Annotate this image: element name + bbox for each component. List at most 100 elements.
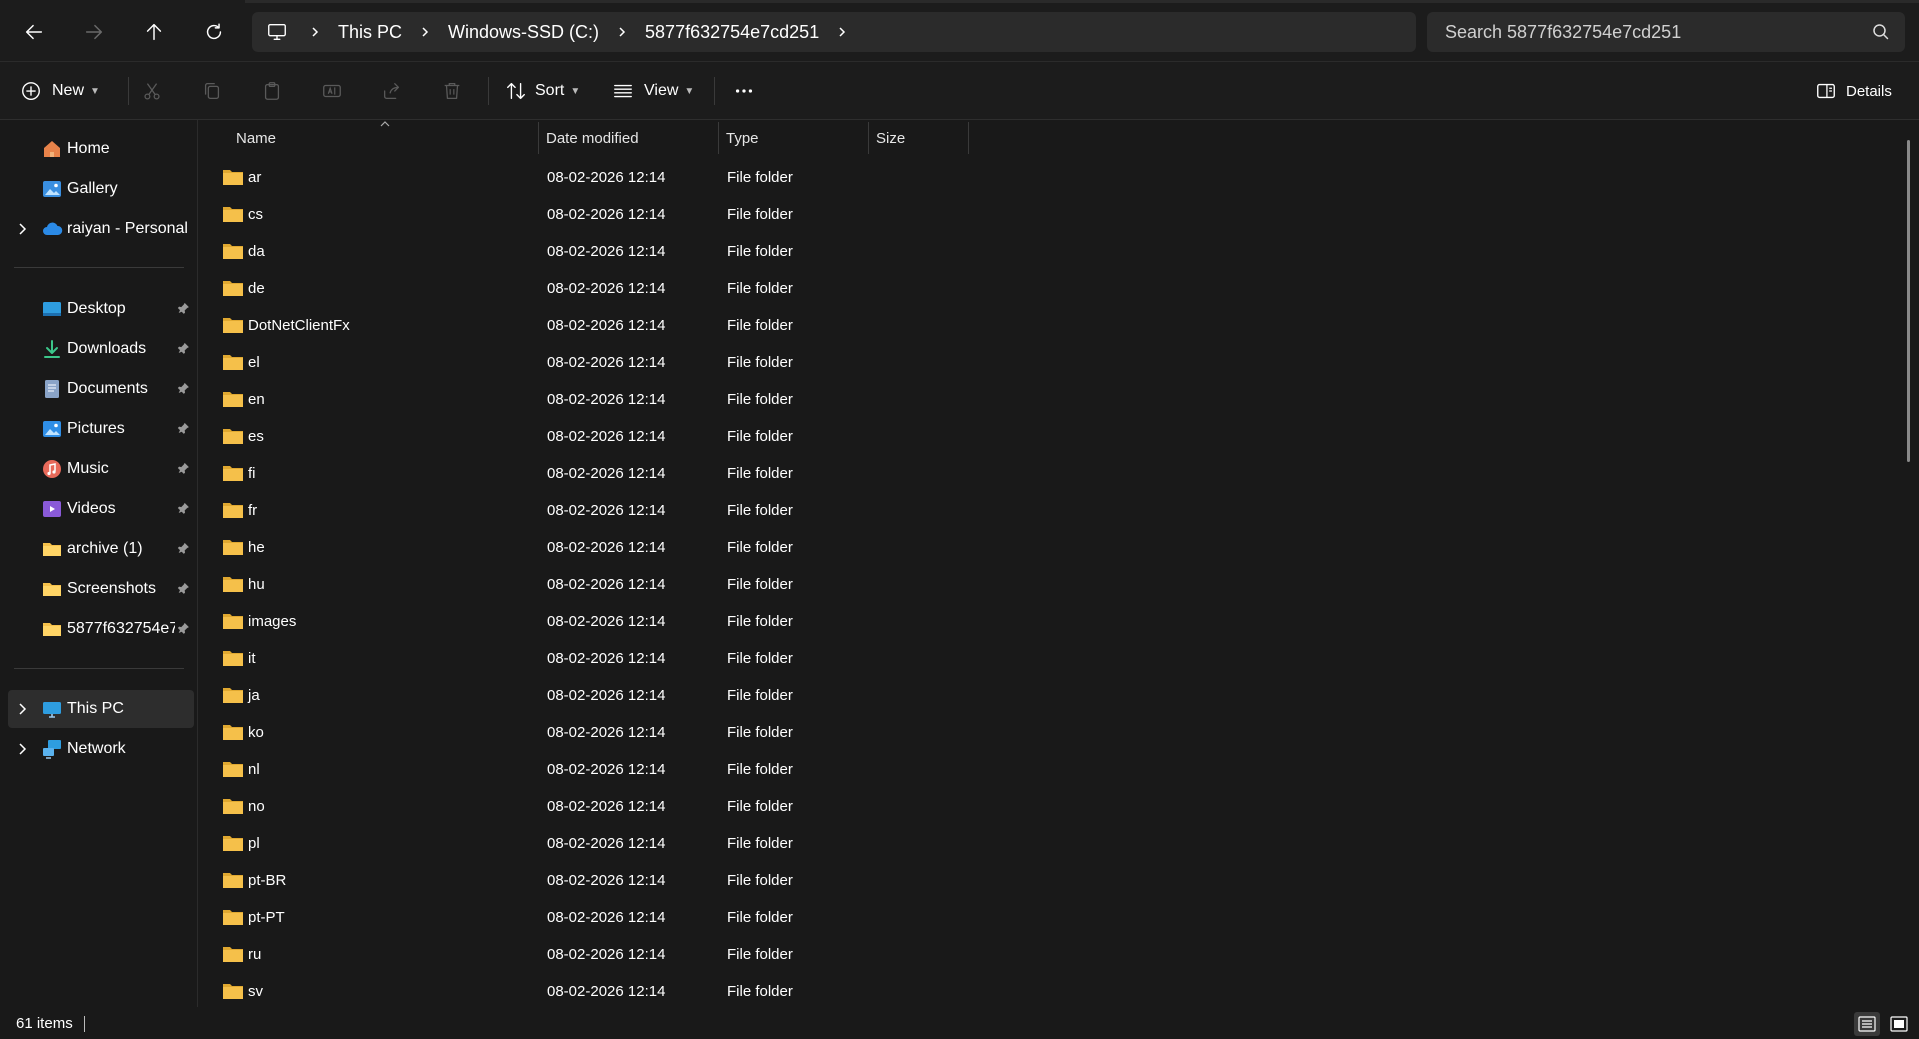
column-header-size[interactable]: Size <box>876 120 966 156</box>
breadcrumb-drive[interactable]: Windows-SSD (C:) <box>438 22 609 43</box>
sidebar-item-archive[interactable]: archive (1) <box>0 530 194 568</box>
breadcrumb-chevron-icon[interactable] <box>829 26 855 38</box>
table-row[interactable]: cs 08-02-2026 12:14 File folder <box>199 196 1919 233</box>
address-bar[interactable]: This PC Windows-SSD (C:) 5877f632754e7cd… <box>252 12 1416 52</box>
copy-button[interactable] <box>201 71 223 111</box>
breadcrumb-chevron-icon[interactable] <box>412 26 438 38</box>
large-icons-view-button[interactable] <box>1886 1012 1912 1036</box>
pin-icon[interactable] <box>177 382 191 396</box>
details-pane-button[interactable]: Details <box>1815 71 1892 111</box>
sidebar-item-this-pc[interactable]: This PC <box>8 690 194 728</box>
file-date-modified: 08-02-2026 12:14 <box>547 169 666 186</box>
table-row[interactable]: ru 08-02-2026 12:14 File folder <box>199 936 1919 973</box>
column-resize-handle[interactable] <box>868 122 869 154</box>
sidebar-item-network[interactable]: Network <box>0 730 194 768</box>
sidebar-item-current-folder[interactable]: 5877f632754e7cd251 <box>0 610 194 648</box>
column-resize-handle[interactable] <box>968 122 969 154</box>
chevron-right-icon[interactable] <box>15 222 29 236</box>
table-row[interactable]: ja 08-02-2026 12:14 File folder <box>199 677 1919 714</box>
table-row[interactable]: ar 08-02-2026 12:14 File folder <box>199 159 1919 196</box>
sidebar-item-screenshots[interactable]: Screenshots <box>0 570 194 608</box>
folder-icon <box>223 318 243 333</box>
sidebar-item-downloads[interactable]: Downloads <box>0 330 194 368</box>
pin-icon[interactable] <box>177 622 191 636</box>
pin-icon[interactable] <box>177 462 191 476</box>
chevron-right-icon[interactable] <box>15 742 29 756</box>
table-row[interactable]: DotNetClientFx 08-02-2026 12:14 File folde… <box>199 307 1919 344</box>
table-row[interactable]: sv 08-02-2026 12:14 File folder <box>199 973 1919 1010</box>
column-header-type[interactable]: Type <box>726 120 866 156</box>
table-row[interactable]: fr 08-02-2026 12:14 File folder <box>199 492 1919 529</box>
refresh-button[interactable] <box>193 12 235 52</box>
table-row[interactable]: fi 08-02-2026 12:14 File folder <box>199 455 1919 492</box>
table-row[interactable]: pl 08-02-2026 12:14 File folder <box>199 825 1919 862</box>
file-name: it <box>248 650 256 667</box>
table-row[interactable]: de 08-02-2026 12:14 File folder <box>199 270 1919 307</box>
delete-button[interactable] <box>441 71 463 111</box>
column-resize-handle[interactable] <box>718 122 719 154</box>
up-button[interactable] <box>133 12 175 52</box>
pin-icon[interactable] <box>177 422 191 436</box>
toolbar-divider <box>488 77 489 105</box>
column-resize-handle[interactable] <box>538 122 539 154</box>
column-header-name[interactable]: Name <box>236 120 536 156</box>
table-row[interactable]: nl 08-02-2026 12:14 File folder <box>199 751 1919 788</box>
pin-icon[interactable] <box>177 502 191 516</box>
vertical-scrollbar[interactable] <box>1907 140 1910 462</box>
search-icon <box>1873 24 1889 40</box>
navigation-pane: Home Gallery raiyan - Personal Desktop D… <box>0 120 198 1007</box>
pin-icon[interactable] <box>177 342 191 356</box>
table-row[interactable]: he 08-02-2026 12:14 File folder <box>199 529 1919 566</box>
sidebar-item-documents[interactable]: Documents <box>0 370 194 408</box>
table-row[interactable]: no 08-02-2026 12:14 File folder <box>199 788 1919 825</box>
sidebar-item-pictures[interactable]: Pictures <box>0 410 194 448</box>
new-button[interactable]: New ▼ <box>20 71 100 111</box>
view-button[interactable]: View ▼ <box>612 71 694 111</box>
breadcrumb-chevron-icon[interactable] <box>609 26 635 38</box>
table-row[interactable]: it 08-02-2026 12:14 File folder <box>199 640 1919 677</box>
file-name: de <box>248 280 265 297</box>
cut-button[interactable] <box>141 71 163 111</box>
folder-icon <box>223 762 243 777</box>
forward-button[interactable] <box>73 12 115 52</box>
paste-button[interactable] <box>261 71 283 111</box>
chevron-right-icon[interactable] <box>15 702 29 716</box>
sidebar-item-onedrive[interactable]: raiyan - Personal <box>0 210 194 248</box>
table-row[interactable]: hu 08-02-2026 12:14 File folder <box>199 566 1919 603</box>
pin-icon[interactable] <box>177 582 191 596</box>
share-button[interactable] <box>381 71 403 111</box>
table-row[interactable]: en 08-02-2026 12:14 File folder <box>199 381 1919 418</box>
more-options-button[interactable] <box>733 71 755 111</box>
documents-icon <box>45 380 59 398</box>
scissors-icon <box>144 83 160 100</box>
sidebar-item-gallery[interactable]: Gallery <box>0 170 194 208</box>
breadcrumb-chevron-icon[interactable] <box>302 26 328 38</box>
rename-button[interactable] <box>321 71 343 111</box>
table-row[interactable]: es 08-02-2026 12:14 File folder <box>199 418 1919 455</box>
pin-icon[interactable] <box>177 302 191 316</box>
file-date-modified: 08-02-2026 12:14 <box>547 872 666 889</box>
details-view-button[interactable] <box>1854 1012 1880 1036</box>
sidebar-item-desktop[interactable]: Desktop <box>0 290 194 328</box>
table-row[interactable]: da 08-02-2026 12:14 File folder <box>199 233 1919 270</box>
table-row[interactable]: pt-PT 08-02-2026 12:14 File folder <box>199 899 1919 936</box>
table-row[interactable]: el 08-02-2026 12:14 File folder <box>199 344 1919 381</box>
file-type: File folder <box>727 206 793 223</box>
table-row[interactable]: ko 08-02-2026 12:14 File folder <box>199 714 1919 751</box>
breadcrumb-current-folder[interactable]: 5877f632754e7cd251 <box>635 22 829 43</box>
search-input[interactable]: Search 5877f632754e7cd251 <box>1427 12 1905 52</box>
sidebar-item-videos[interactable]: Videos <box>0 490 194 528</box>
trash-icon <box>444 83 460 99</box>
column-header-date[interactable]: Date modified <box>546 120 716 156</box>
file-date-modified: 08-02-2026 12:14 <box>547 946 666 963</box>
search-placeholder: Search 5877f632754e7cd251 <box>1445 21 1682 42</box>
table-row[interactable]: pt-BR 08-02-2026 12:14 File folder <box>199 862 1919 899</box>
pin-icon[interactable] <box>177 542 191 556</box>
sort-button[interactable]: Sort ▼ <box>505 71 580 111</box>
sidebar-item-music[interactable]: Music <box>0 450 194 488</box>
breadcrumb-this-pc[interactable]: This PC <box>328 22 412 43</box>
table-row[interactable]: images 08-02-2026 12:14 File folder <box>199 603 1919 640</box>
sidebar-item-home[interactable]: Home <box>0 130 194 168</box>
back-button[interactable] <box>13 12 55 52</box>
this-pc-crumb-button[interactable] <box>252 12 302 52</box>
